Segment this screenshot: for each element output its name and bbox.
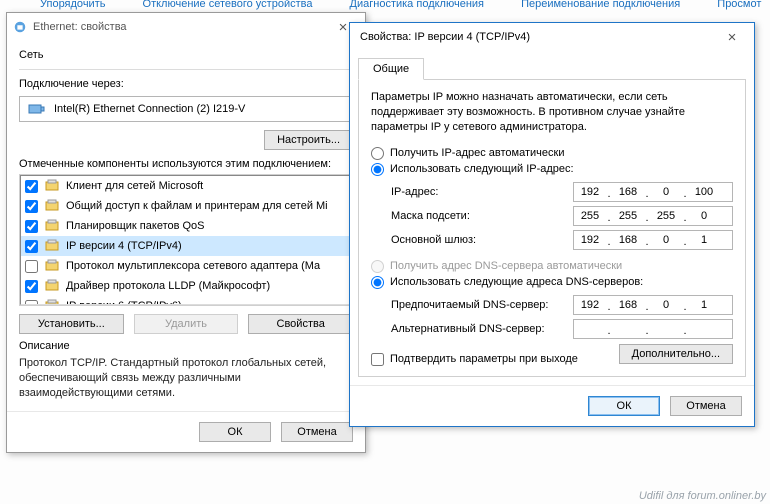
label-subnet-mask: Маска подсети:: [391, 210, 573, 222]
close-icon[interactable]: ×: [716, 29, 748, 46]
section-network-label: Сеть: [19, 49, 353, 61]
properties-button[interactable]: Свойства: [248, 314, 353, 334]
divider: [19, 69, 353, 70]
advanced-button[interactable]: Дополнительно...: [619, 344, 733, 364]
component-label: Клиент для сетей Microsoft: [66, 180, 203, 192]
radio-ip-manual[interactable]: Использовать следующий IP-адрес:: [371, 163, 733, 176]
background-toolbar: Упорядочить Отключение сетевого устройст…: [0, 0, 770, 12]
titlebar[interactable]: Ethernet: свойства ×: [7, 13, 365, 41]
ipv4-properties-dialog: Свойства: IP версии 4 (TCP/IPv4) × Общие…: [349, 22, 755, 427]
components-label: Отмеченные компоненты используются этим …: [19, 158, 353, 170]
label-dns-preferred: Предпочитаемый DNS-сервер:: [391, 299, 573, 311]
dialog-title: Ethernet: свойства: [33, 21, 327, 33]
list-item[interactable]: IP версии 4 (TCP/IPv4): [21, 236, 351, 256]
list-item[interactable]: IP версии 6 (TCP/IPv6): [21, 296, 351, 305]
cancel-button[interactable]: Отмена: [281, 422, 353, 442]
input-dns-preferred[interactable]: 192. 168. 0. 1: [573, 295, 733, 315]
ok-button[interactable]: ОК: [199, 422, 271, 442]
tab-general[interactable]: Общие: [358, 58, 424, 80]
list-item[interactable]: Драйвер протокола LLDP (Майкрософт): [21, 276, 351, 296]
label-gateway: Основной шлюз:: [391, 234, 573, 246]
ethernet-properties-dialog: Ethernet: свойства × Сеть Подключение че…: [6, 12, 366, 453]
protocol-icon: [44, 298, 60, 305]
watermark: Udifil для forum.onliner.by: [639, 490, 766, 502]
connect-via-label: Подключение через:: [19, 78, 353, 90]
titlebar[interactable]: Свойства: IP версии 4 (TCP/IPv4) ×: [350, 23, 754, 51]
remove-button: Удалить: [134, 314, 239, 334]
radio-dns-auto: Получить адрес DNS-сервера автоматически: [371, 260, 733, 273]
components-listbox[interactable]: Клиент для сетей Microsoft Общий доступ к…: [20, 175, 352, 305]
cancel-button[interactable]: Отмена: [670, 396, 742, 416]
tab-bar: Общие: [350, 57, 754, 79]
input-gateway[interactable]: 192. 168. 0. 1: [573, 230, 733, 250]
protocol-icon: [44, 218, 60, 234]
tab-pane-general: Параметры IP можно назначать автоматичес…: [358, 79, 746, 377]
protocol-icon: [44, 278, 60, 294]
install-button[interactable]: Установить...: [19, 314, 124, 334]
adapter-name: Intel(R) Ethernet Connection (2) I219-V: [54, 103, 245, 115]
component-label: Общий доступ к файлам и принтерам для се…: [66, 200, 328, 212]
dialog-title: Свойства: IP версии 4 (TCP/IPv4): [356, 31, 716, 43]
radio-dns-manual[interactable]: Использовать следующие адреса DNS-сервер…: [371, 276, 733, 289]
input-ip-address[interactable]: 192. 168. 0. 100: [573, 182, 733, 202]
protocol-icon: [44, 178, 60, 194]
component-label: Протокол мультиплексора сетевого адаптер…: [66, 260, 320, 272]
description-text: Протокол TCP/IP. Стандартный протокол гл…: [19, 356, 353, 401]
component-label: Планировщик пакетов QoS: [66, 220, 205, 232]
label-dns-alternate: Альтернативный DNS-сервер:: [391, 323, 573, 335]
component-checkbox[interactable]: [25, 260, 38, 273]
description-title: Описание: [19, 340, 353, 352]
network-adapter-icon: [13, 20, 27, 34]
intro-text: Параметры IP можно назначать автоматичес…: [371, 90, 733, 135]
component-label: IP версии 6 (TCP/IPv6): [66, 300, 182, 305]
component-checkbox[interactable]: [25, 300, 38, 306]
list-item[interactable]: Клиент для сетей Microsoft: [21, 176, 351, 196]
component-checkbox[interactable]: [25, 280, 38, 293]
adapter-field[interactable]: Intel(R) Ethernet Connection (2) I219-V: [19, 96, 353, 122]
list-item[interactable]: Планировщик пакетов QoS: [21, 216, 351, 236]
protocol-icon: [44, 238, 60, 254]
components-list: Клиент для сетей Microsoft Общий доступ к…: [19, 174, 353, 306]
protocol-icon: [44, 258, 60, 274]
component-checkbox[interactable]: [25, 240, 38, 253]
component-checkbox[interactable]: [25, 220, 38, 233]
ok-button[interactable]: ОК: [588, 396, 660, 416]
nic-icon: [28, 102, 46, 116]
component-label: IP версии 4 (TCP/IPv4): [66, 240, 182, 252]
component-checkbox[interactable]: [25, 180, 38, 193]
list-item[interactable]: Протокол мультиплексора сетевого адаптер…: [21, 256, 351, 276]
input-subnet-mask[interactable]: 255. 255. 255. 0: [573, 206, 733, 226]
input-dns-alternate[interactable]: . . .: [573, 319, 733, 339]
radio-ip-auto[interactable]: Получить IP-адрес автоматически: [371, 147, 733, 160]
configure-button[interactable]: Настроить...: [264, 130, 353, 150]
protocol-icon: [44, 198, 60, 214]
component-checkbox[interactable]: [25, 200, 38, 213]
component-label: Драйвер протокола LLDP (Майкрософт): [66, 280, 270, 292]
list-item[interactable]: Общий доступ к файлам и принтерам для се…: [21, 196, 351, 216]
label-ip-address: IP-адрес:: [391, 186, 573, 198]
